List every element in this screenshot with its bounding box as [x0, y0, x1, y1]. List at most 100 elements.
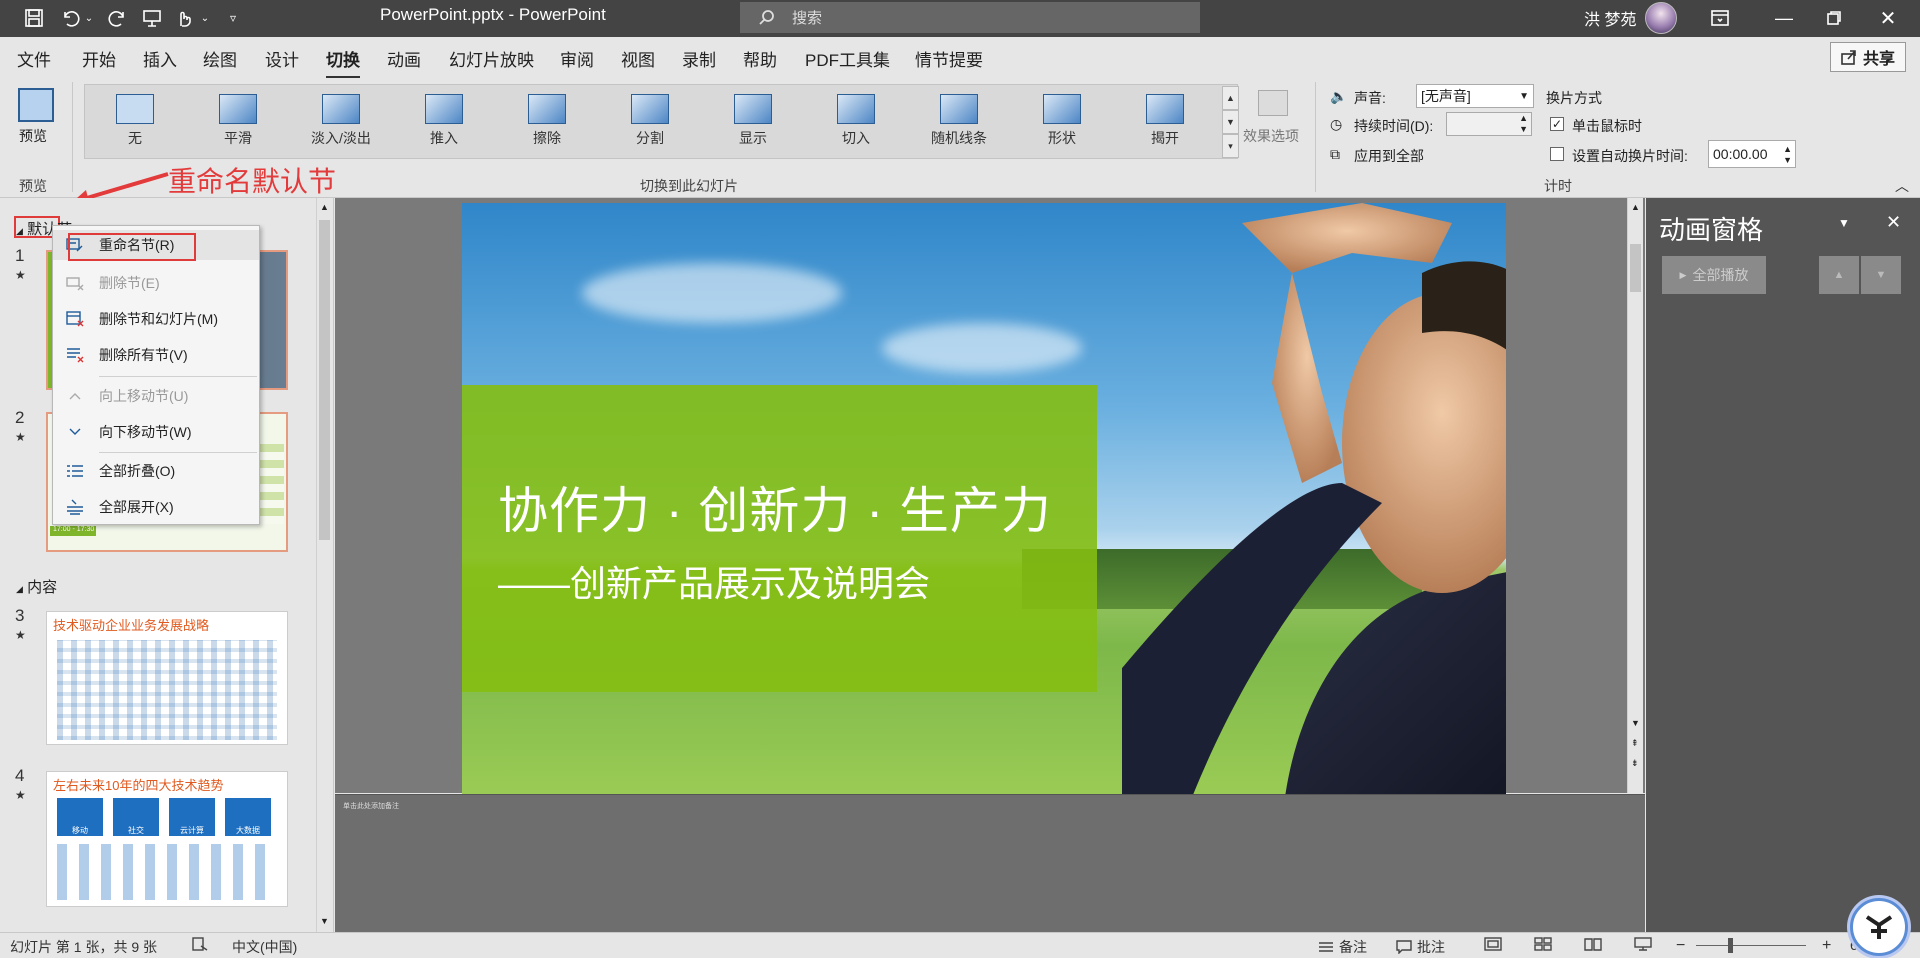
menu-remove-section[interactable]: 删除节(E)	[53, 268, 259, 298]
slide-title[interactable]: 协作力 · 创新力 · 生产力	[498, 471, 1052, 543]
slide-sorter-icon[interactable]	[1534, 937, 1552, 951]
current-slide[interactable]: 协作力 · 创新力 · 生产力 ——创新产品展示及说明会	[462, 203, 1506, 794]
section-content[interactable]: ◢ 内容	[16, 576, 57, 597]
avatar[interactable]	[1645, 2, 1677, 34]
ribbon-display-icon[interactable]	[1708, 6, 1732, 30]
normal-view-icon[interactable]	[1484, 937, 1502, 951]
tab-help[interactable]: 帮助	[743, 46, 777, 71]
previous-slide-icon[interactable]: ⇞	[1631, 738, 1639, 749]
slide-thumbnail-4[interactable]: 左右未来10年的四大技术趋势 移动 社交 云计算 大数据	[46, 771, 288, 907]
pane-options-icon[interactable]: ▼	[1838, 216, 1850, 230]
play-all-button[interactable]: ▶ 全部播放	[1662, 256, 1766, 294]
tab-draw[interactable]: 绘图	[203, 46, 237, 71]
scroll-down-icon[interactable]: ▼	[320, 916, 329, 926]
transition-fade[interactable]: 淡入/淡出	[291, 87, 391, 157]
notes-button[interactable]: 备注	[1318, 937, 1367, 957]
menu-remove-all-sections[interactable]: 删除所有节(V)	[53, 340, 259, 370]
transition-morph-icon	[219, 94, 257, 124]
slideshow-view-icon[interactable]	[1634, 937, 1652, 951]
scrollbar-thumb[interactable]	[319, 220, 330, 540]
transition-cut[interactable]: 切入	[806, 87, 906, 157]
zoom-out-icon[interactable]: −	[1676, 937, 1685, 955]
tab-slideshow[interactable]: 幻灯片放映	[449, 46, 534, 71]
menu-move-section-down[interactable]: 向下移动节(W)	[53, 417, 259, 447]
gallery-scroll-up-icon[interactable]: ▲	[1222, 86, 1239, 110]
sound-select[interactable]: [无声音] ▼	[1416, 84, 1534, 108]
undo-icon[interactable]	[58, 6, 82, 30]
restore-icon[interactable]	[1822, 6, 1846, 30]
preview-icon[interactable]	[18, 88, 54, 122]
effect-options-icon[interactable]	[1258, 90, 1288, 116]
zoom-slider-thumb[interactable]	[1728, 938, 1733, 953]
tab-insert[interactable]: 插入	[143, 46, 177, 71]
search-box[interactable]: 搜索	[740, 2, 1200, 33]
scrollbar-thumb[interactable]	[1630, 244, 1641, 292]
cloud-shape	[582, 263, 842, 323]
apply-to-all-button[interactable]: 应用到全部	[1354, 146, 1424, 166]
auto-advance-checkbox[interactable]	[1550, 147, 1564, 161]
transition-uncover[interactable]: 揭开	[1115, 87, 1215, 157]
sound-icon: 🔈	[1330, 88, 1348, 104]
zoom-in-icon[interactable]: +	[1822, 937, 1831, 955]
on-click-checkbox[interactable]: ✓	[1550, 117, 1564, 131]
user-name[interactable]: 洪 梦苑	[1584, 6, 1636, 30]
assistant-logo[interactable]	[1850, 898, 1908, 956]
transition-reveal[interactable]: 显示	[703, 87, 803, 157]
scroll-up-icon[interactable]: ▲	[320, 202, 329, 212]
slide-subtitle[interactable]: ——创新产品展示及说明会	[498, 555, 930, 607]
transition-wipe[interactable]: 擦除	[497, 87, 597, 157]
save-icon[interactable]	[22, 6, 46, 30]
tab-home[interactable]: 开始	[82, 46, 116, 71]
tab-transitions[interactable]: 切换	[326, 46, 360, 79]
reading-view-icon[interactable]	[1584, 937, 1602, 951]
close-icon[interactable]: ✕	[1876, 6, 1900, 30]
tab-storyboard[interactable]: 情节提要	[915, 46, 983, 71]
transition-split[interactable]: 分割	[600, 87, 700, 157]
tab-pdf-tools[interactable]: PDF工具集	[805, 46, 890, 71]
slides-scrollbar[interactable]: ▲ ▼	[316, 198, 332, 932]
transition-shape[interactable]: 形状	[1012, 87, 1112, 157]
tab-design[interactable]: 设计	[265, 46, 299, 71]
comments-button[interactable]: 批注	[1396, 937, 1445, 957]
transition-random-bars[interactable]: 随机线条	[909, 87, 1009, 157]
duration-input[interactable]: ▲ ▼	[1446, 112, 1532, 136]
minimize-icon[interactable]: —	[1772, 6, 1796, 30]
scroll-up-icon[interactable]: ▲	[1631, 202, 1640, 212]
menu-collapse-all[interactable]: 全部折叠(O)	[53, 456, 259, 486]
gallery-more-icon[interactable]: ▾	[1222, 134, 1239, 158]
gallery-scroll-down-icon[interactable]: ▼	[1222, 110, 1239, 134]
editor-scrollbar[interactable]: ▲ ▼ ⇞ ⇟	[1627, 198, 1643, 793]
effect-options-button[interactable]: 效果选项	[1243, 126, 1299, 146]
undo-dropdown-icon[interactable]: ⌄	[84, 6, 94, 30]
transition-push[interactable]: 推入	[394, 87, 494, 157]
touch-mode-icon[interactable]	[172, 6, 196, 30]
zoom-slider[interactable]	[1696, 945, 1806, 946]
transition-morph[interactable]: 平滑	[188, 87, 288, 157]
redo-icon[interactable]	[106, 6, 130, 30]
close-pane-icon[interactable]: ✕	[1886, 212, 1901, 233]
customize-toolbar-icon[interactable]: ▿	[226, 6, 240, 30]
tab-view[interactable]: 视图	[621, 46, 655, 71]
menu-move-section-up[interactable]: 向上移动节(U)	[53, 381, 259, 411]
share-button[interactable]: 共享	[1830, 42, 1906, 72]
preview-button[interactable]: 预览	[19, 126, 47, 146]
tab-animations[interactable]: 动画	[387, 46, 421, 71]
accessibility-icon[interactable]	[192, 937, 208, 951]
touch-dropdown-icon[interactable]: ⌄	[200, 6, 210, 30]
tab-record[interactable]: 录制	[682, 46, 716, 71]
menu-expand-all[interactable]: 全部展开(X)	[53, 492, 259, 522]
language-indicator[interactable]: 中文(中国)	[232, 937, 297, 957]
auto-advance-time-input[interactable]: 00:00.00 ▲ ▼	[1708, 140, 1796, 168]
transition-none[interactable]: 无	[85, 87, 185, 157]
next-slide-icon[interactable]: ⇟	[1631, 758, 1639, 769]
collapse-ribbon-icon[interactable]: ︿	[1895, 176, 1909, 196]
notes-pane[interactable]: 单击此处添加备注	[335, 794, 1645, 932]
move-later-icon[interactable]: ▼	[1861, 256, 1901, 294]
tab-file[interactable]: 文件	[17, 46, 51, 71]
slide-thumbnail-3[interactable]: 技术驱动企业业务发展战略	[46, 611, 288, 745]
tab-review[interactable]: 审阅	[560, 46, 594, 71]
menu-remove-section-and-slides[interactable]: 删除节和幻灯片(M)	[53, 304, 259, 334]
scroll-down-icon[interactable]: ▼	[1631, 718, 1640, 728]
present-icon[interactable]	[140, 6, 164, 30]
move-earlier-icon[interactable]: ▲	[1819, 256, 1859, 294]
